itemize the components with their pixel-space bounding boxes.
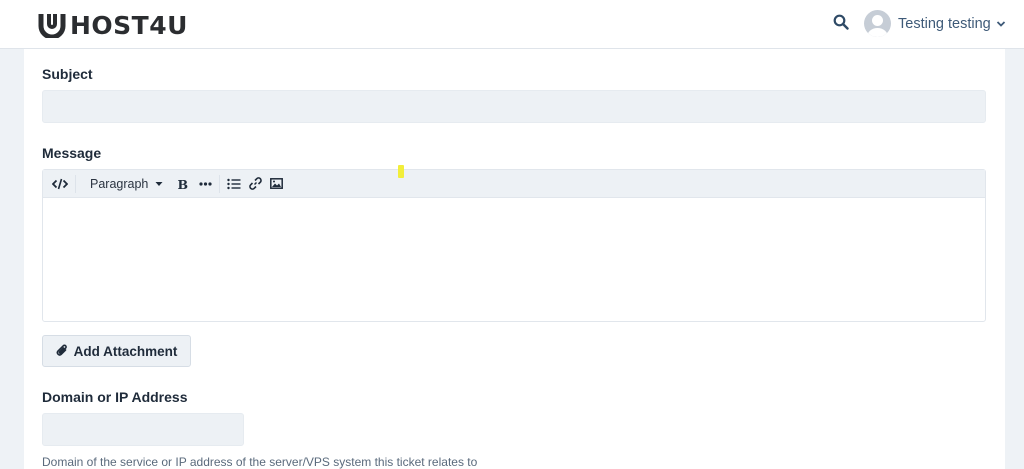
message-editor: Paragraph B [42,169,986,322]
caret-down-icon [155,181,163,186]
subject-input[interactable] [42,90,986,123]
user-menu[interactable]: Testing testing [898,13,1006,35]
editor-content-area[interactable] [43,198,985,321]
domain-label: Domain or IP Address [42,389,188,405]
link-icon [249,177,262,190]
user-name: Testing testing [898,16,991,32]
add-attachment-button[interactable]: Add Attachment [42,335,191,367]
add-attachment-label: Add Attachment [73,343,178,359]
image-icon [269,178,283,189]
insert-image-button[interactable] [268,173,284,195]
domain-help-text: Domain of the service or IP address of t… [42,455,478,469]
more-formatting-button[interactable] [197,173,213,195]
bulleted-list-icon [227,178,241,189]
top-navigation-bar: HOST4U Testing testing [0,0,1024,49]
domain-input[interactable] [42,413,244,446]
logo-text: HOST4U [70,10,188,40]
message-label: Message [42,145,102,161]
toolbar-divider [219,174,221,193]
code-icon [52,178,68,189]
chevron-down-icon [996,21,1005,27]
svg-text:B: B [177,178,188,190]
user-avatar-icon [867,15,888,37]
more-icon [199,181,212,186]
paragraph-format-label: Paragraph [90,176,149,191]
logo-mark-icon [38,14,66,38]
paragraph-format-dropdown[interactable]: Paragraph [90,173,164,195]
insert-link-button[interactable] [247,173,263,195]
toolbar-divider [75,174,76,193]
subject-label: Subject [42,66,93,82]
bold-button[interactable]: B [174,173,190,195]
search-icon [833,14,849,30]
source-code-button[interactable] [51,173,69,195]
text-cursor-highlight [398,165,404,178]
paperclip-icon [56,344,67,356]
bold-icon: B [177,178,188,190]
editor-toolbar: Paragraph B [43,170,985,198]
bulleted-list-button[interactable] [226,173,242,195]
user-avatar[interactable] [864,10,891,37]
search-button[interactable] [833,14,851,32]
host4u-logo[interactable]: HOST4U [38,10,188,40]
